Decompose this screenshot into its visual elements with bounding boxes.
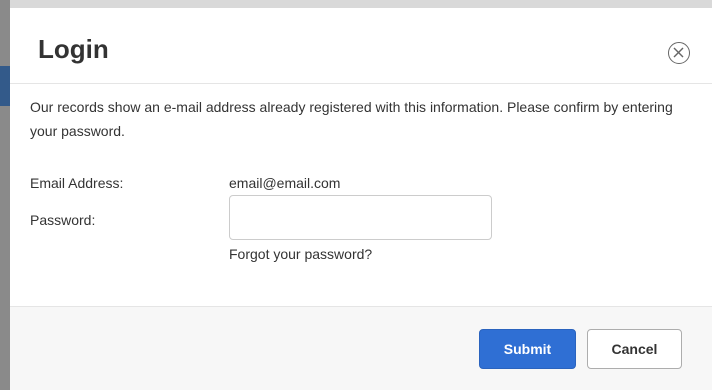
forgot-password-link[interactable]: Forgot your password?	[229, 245, 372, 263]
modal-title: Login	[38, 34, 109, 64]
close-icon	[673, 47, 684, 58]
backdrop-accent-strip	[0, 66, 10, 106]
close-button[interactable]	[668, 42, 690, 64]
submit-button[interactable]: Submit	[479, 329, 576, 369]
password-input[interactable]	[229, 195, 492, 240]
backdrop-left-edge	[0, 0, 10, 390]
password-label: Password:	[30, 212, 96, 228]
cancel-button[interactable]: Cancel	[587, 329, 682, 369]
modal-header: Login	[10, 8, 712, 84]
email-label: Email Address:	[30, 175, 124, 191]
backdrop-top-edge	[10, 0, 712, 8]
modal-footer: Submit Cancel	[10, 306, 712, 390]
login-modal: Login Our records show an e-mail address…	[10, 8, 712, 390]
email-value: email@email.com	[229, 175, 341, 191]
intro-message: Our records show an e-mail address alrea…	[30, 99, 673, 139]
